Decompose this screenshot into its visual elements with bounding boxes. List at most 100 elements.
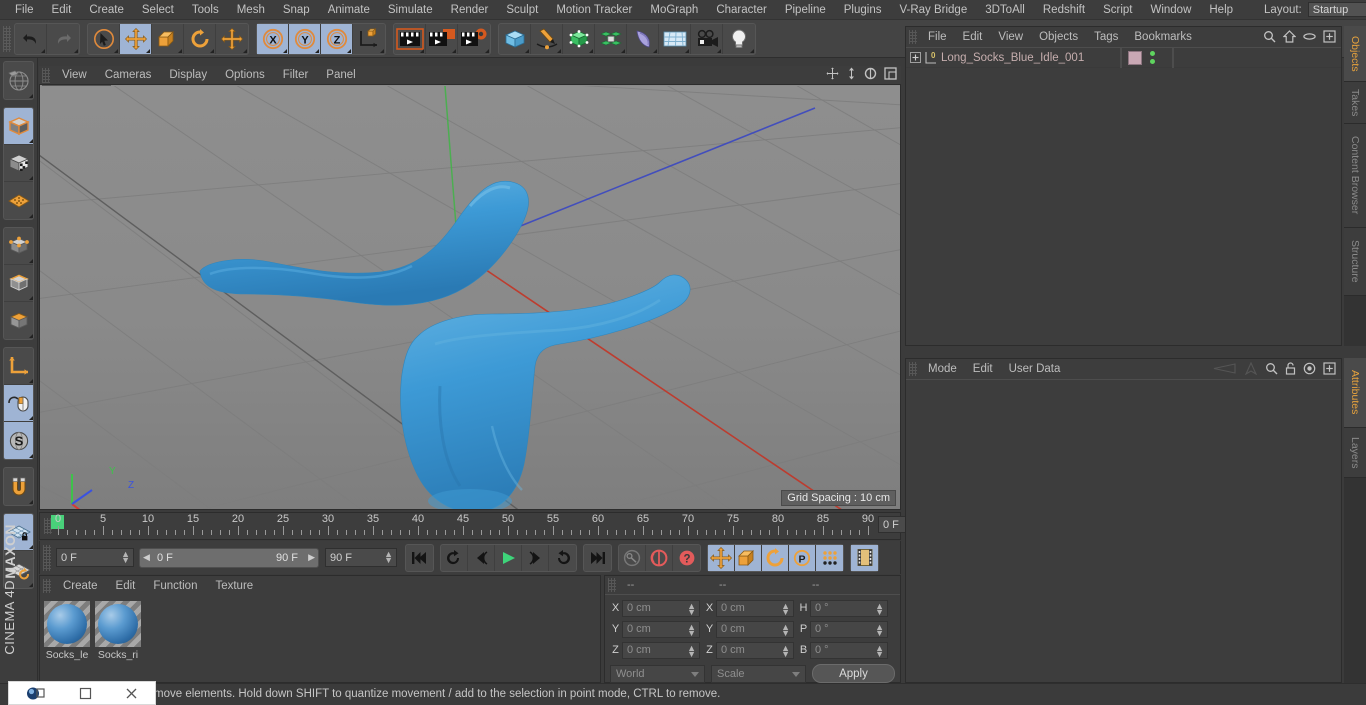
menu-item-mograph[interactable]: MoGraph <box>641 0 707 20</box>
render-view-button[interactable] <box>394 23 426 54</box>
key-position-button[interactable] <box>708 544 735 571</box>
ellipse-icon[interactable] <box>1303 32 1316 41</box>
search-icon[interactable] <box>1263 30 1276 43</box>
coordinates-grip[interactable] <box>608 578 616 592</box>
visibility-dots-icon[interactable] <box>1150 51 1155 64</box>
viewport-menu-grip[interactable] <box>42 67 50 83</box>
menu-item-help[interactable]: Help <box>1200 0 1242 20</box>
add-array-button[interactable] <box>595 23 627 54</box>
maximize-view-icon[interactable] <box>884 67 897 80</box>
coord-position-field[interactable]: 0 cm ▲ ▼ <box>622 620 700 638</box>
coord-size-field[interactable]: 0 cm ▲ ▼ <box>716 641 794 659</box>
layout-dropdown[interactable]: Startup <box>1307 2 1366 17</box>
vtab-takes[interactable]: Takes <box>1344 82 1366 124</box>
spinner-icon[interactable]: ▲▼ <box>875 643 884 658</box>
transport-grip[interactable] <box>43 544 51 571</box>
menu-item-v-ray-bridge[interactable]: V-Ray Bridge <box>890 0 976 20</box>
add-environment-button[interactable] <box>659 23 691 54</box>
vtab-attributes[interactable]: Attributes <box>1344 358 1366 428</box>
menu-item-edit[interactable]: Edit <box>43 0 81 20</box>
model-mode-button[interactable] <box>4 108 33 145</box>
coord-rotation-field[interactable]: 0 ° ▲ ▼ <box>810 599 888 617</box>
material-menu-texture[interactable]: Texture <box>206 580 262 592</box>
auto-keyframing-button[interactable]: ? <box>673 545 700 571</box>
lock-x-axis[interactable]: X <box>257 23 289 54</box>
add-deformer-button[interactable] <box>627 23 659 54</box>
vtab-layers[interactable]: Layers <box>1344 428 1366 478</box>
menu-item-simulate[interactable]: Simulate <box>379 0 442 20</box>
preview-range-bar[interactable]: ◀ 0 F 90 F ▶ <box>139 547 319 568</box>
menu-item-character[interactable]: Character <box>707 0 776 20</box>
menu-item-plugins[interactable]: Plugins <box>835 0 891 20</box>
app-icon[interactable] <box>26 686 46 701</box>
menu-item-window[interactable]: Window <box>1141 0 1200 20</box>
rotate-view-icon[interactable] <box>864 67 877 80</box>
live-selection-tool[interactable] <box>88 23 120 54</box>
key-pla-button[interactable] <box>816 544 843 571</box>
enable-axis-button[interactable] <box>4 385 33 422</box>
menu-item-snap[interactable]: Snap <box>274 0 319 20</box>
magnet-move-tool[interactable] <box>216 24 248 54</box>
points-mode-button[interactable] <box>4 228 33 265</box>
coord-position-field[interactable]: 0 cm ▲ ▼ <box>622 599 700 617</box>
go-to-start-button[interactable] <box>406 545 433 571</box>
material-menu-edit[interactable]: Edit <box>107 580 145 592</box>
menu-item-file[interactable]: File <box>6 0 43 20</box>
magnet-tool-button[interactable] <box>4 468 33 505</box>
menu-item-create[interactable]: Create <box>80 0 133 20</box>
object-menu-bookmarks[interactable]: Bookmarks <box>1126 31 1200 43</box>
range-right-arrow-icon[interactable]: ▶ <box>308 552 315 563</box>
vtab-structure[interactable]: Structure <box>1344 228 1366 296</box>
coordinate-system-dropdown[interactable]: World <box>610 664 705 683</box>
object-menu-tags[interactable]: Tags <box>1086 31 1126 43</box>
spinner-icon[interactable]: ▲▼ <box>781 643 790 658</box>
object-manager-grip[interactable] <box>909 30 917 44</box>
material-tag-icon[interactable] <box>1128 51 1142 65</box>
spinner-icon[interactable]: ▲▼ <box>384 550 393 565</box>
object-row[interactable]: 0 Long_Socks_Blue_Idle_001 <box>906 48 1341 68</box>
rotate-tool[interactable] <box>184 23 216 54</box>
autokeying-button[interactable] <box>619 544 646 571</box>
viewport-menu-display[interactable]: Display <box>160 69 216 81</box>
close-icon[interactable] <box>125 687 138 700</box>
coord-rotation-field[interactable]: 0 ° ▲ ▼ <box>810 641 888 659</box>
menu-item-script[interactable]: Script <box>1094 0 1141 20</box>
expand-toggle-icon[interactable] <box>910 52 921 63</box>
menu-item-sculpt[interactable]: Sculpt <box>497 0 547 20</box>
vtab-objects[interactable]: Objects <box>1344 26 1366 82</box>
viewport-menu-cameras[interactable]: Cameras <box>96 69 161 81</box>
menu-item-select[interactable]: Select <box>133 0 183 20</box>
key-parameter-button[interactable]: P <box>789 544 816 571</box>
key-scale-button[interactable] <box>735 544 762 571</box>
step-forward-button[interactable] <box>522 544 549 571</box>
soft-selection-button[interactable]: S <box>4 422 33 459</box>
texture-mode-button[interactable] <box>4 145 33 182</box>
menu-item-render[interactable]: Render <box>442 0 498 20</box>
go-to-previous-key-button[interactable] <box>441 544 468 571</box>
range-left-arrow-icon[interactable]: ◀ <box>143 552 150 563</box>
viewport-menu-filter[interactable]: Filter <box>274 69 318 81</box>
viewport-canvas[interactable]: Y Z X <box>40 86 900 509</box>
make-editable-button[interactable] <box>4 62 33 99</box>
menu-item-pipeline[interactable]: Pipeline <box>776 0 835 20</box>
attribute-menu-user-data[interactable]: User Data <box>1001 363 1069 375</box>
search-icon[interactable] <box>1265 362 1278 375</box>
dolly-icon[interactable] <box>846 67 857 80</box>
toolbar-grip[interactable] <box>3 25 11 52</box>
spinner-icon[interactable]: ▲▼ <box>781 622 790 637</box>
add-cube-button[interactable] <box>499 23 531 54</box>
apply-button[interactable]: Apply <box>811 664 895 683</box>
end-frame-field[interactable]: 90 F ▲ ▼ <box>325 548 397 567</box>
attribute-grip[interactable] <box>909 362 917 376</box>
undo-button[interactable] <box>15 23 47 54</box>
spinner-icon[interactable]: ▲▼ <box>687 601 696 616</box>
spinner-icon[interactable]: ▲▼ <box>687 643 696 658</box>
expand-icon[interactable] <box>1323 362 1336 375</box>
menu-item-3dtoall[interactable]: 3DToAll <box>976 0 1034 20</box>
attribute-menu-mode[interactable]: Mode <box>920 363 965 375</box>
coord-size-field[interactable]: 0 cm ▲ ▼ <box>716 599 794 617</box>
world-object-coords[interactable] <box>353 24 385 54</box>
material-item[interactable]: Socks_le <box>44 601 90 661</box>
spinner-icon[interactable]: ▲▼ <box>875 601 884 616</box>
menu-item-redshift[interactable]: Redshift <box>1034 0 1094 20</box>
